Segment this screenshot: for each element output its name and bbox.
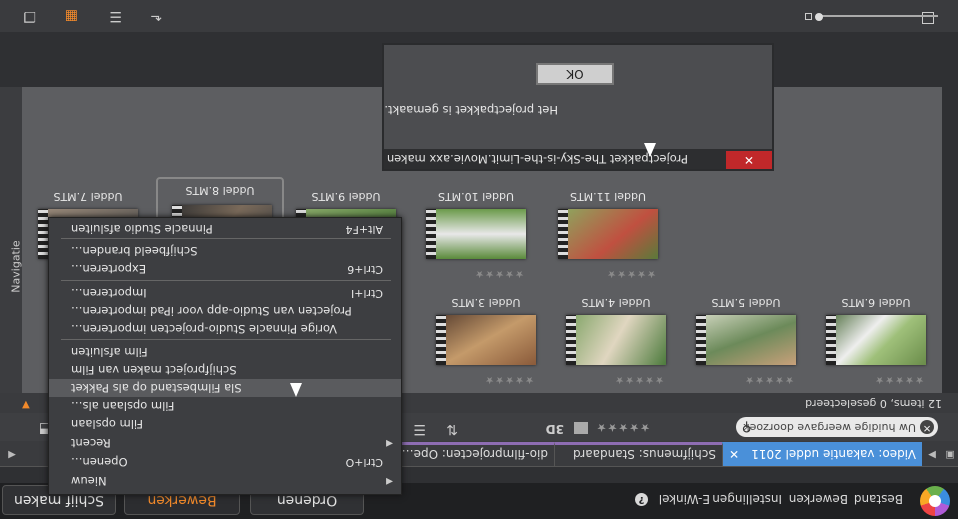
- clip-preview: [566, 315, 666, 365]
- clip-rating[interactable]: ★★★★★: [606, 268, 656, 279]
- clip-name: Uddel 9.MTS: [311, 190, 381, 203]
- tab-scroll-right-icon[interactable]: ▶: [924, 442, 940, 466]
- sort-icon[interactable]: ⇅: [446, 421, 458, 437]
- menu-item-exporteren[interactable]: Ctrl+6 Exporteren…: [49, 260, 401, 278]
- clip-preview: [696, 315, 796, 365]
- menu-separator: [61, 280, 391, 281]
- menu-item-schijfproject[interactable]: Schijfproject maken van Film: [49, 361, 401, 379]
- menu-item-afsluiten[interactable]: Alt+F4 Pinnacle Studio afsluiten: [49, 220, 401, 238]
- menu-separator: [61, 238, 391, 239]
- menu-item-ipad-import[interactable]: Projecten van Studio-app voor iPad impor…: [49, 302, 401, 320]
- clip-preview: [436, 315, 536, 365]
- help-icon[interactable]: ?: [635, 493, 648, 506]
- dialog-message: Het projectpakket is gemaakt.: [384, 103, 558, 117]
- menu-item-schijfbeeld[interactable]: Schijfbeeld branden…: [49, 242, 401, 260]
- dialog-title: Projectpakket The-Sky-is-the-Limit.Movie…: [386, 152, 688, 166]
- clip-name: Uddel 11.MTS: [569, 190, 647, 203]
- menu-item-recent[interactable]: ◀ Recent: [49, 434, 401, 452]
- zoom-slider-knob[interactable]: [815, 13, 823, 21]
- navigation-sidebar[interactable]: Navigatie: [0, 87, 22, 393]
- clip-rating[interactable]: ★★★★★: [614, 374, 664, 385]
- import-icon[interactable]: ⬑: [150, 8, 162, 24]
- clip-name: Uddel 8.MTS: [185, 184, 255, 197]
- pinnacle-studio-window: Bestand Bewerken Instellingen E-Winkel ?…: [0, 0, 958, 519]
- clip-thumb[interactable]: ★★★★★ Uddel 11.MTS: [548, 183, 668, 283]
- tab-filmprojecten[interactable]: dio-filmprojecten: Ope…: [394, 442, 554, 466]
- menu-e-winkel[interactable]: E-Winkel: [659, 492, 710, 506]
- clip-preview: [558, 209, 658, 259]
- clip-name: Uddel 3.MTS: [451, 296, 521, 309]
- search-placeholder: Uw huidige weergave doorzoek: [743, 421, 916, 434]
- large-thumbs-icon[interactable]: [922, 12, 934, 24]
- clear-search-icon[interactable]: ✕: [920, 420, 934, 434]
- clip-preview: [826, 315, 926, 365]
- file-menu: ◀ Nieuw Ctrl+O Openen… ◀ Recent Film opslaa…: [48, 217, 402, 495]
- clip-rating[interactable]: ★★★★★: [474, 268, 524, 279]
- list-layout-icon[interactable]: ☰: [109, 8, 122, 24]
- menu-item-film-afsluiten[interactable]: Film afsluiten: [49, 343, 401, 361]
- list-view-icon[interactable]: ☰: [413, 421, 426, 437]
- clip-name: Uddel 4.MTS: [581, 296, 651, 309]
- tab-schijfmenus[interactable]: Schijfmenus: Standaard: [554, 442, 722, 466]
- grid-layout-icon[interactable]: ▦: [65, 8, 78, 24]
- menu-item-vorige-projecten[interactable]: Vorige Pinnacle Studio-projecten importe…: [49, 320, 401, 338]
- library-search-input[interactable]: ✕ Uw huidige weergave doorzoek ⚲: [736, 417, 938, 437]
- menu-separator: [61, 339, 391, 340]
- menu-item-importeren[interactable]: Ctrl+I Importeren…: [49, 284, 401, 302]
- tab-video-label: Video: vakantie uddel 2011: [751, 447, 916, 461]
- menu-item-sla-als-pakket[interactable]: Sla Filmbestand op als Pakket: [49, 379, 401, 397]
- menu-instellingen[interactable]: Instellingen: [712, 492, 782, 506]
- clip-rating[interactable]: ★★★★★: [744, 374, 794, 385]
- navigation-label: Navigatie: [9, 240, 23, 293]
- submenu-arrow-icon: ◀: [386, 476, 393, 486]
- menu-item-nieuw[interactable]: ◀ Nieuw: [49, 472, 401, 490]
- collapse-arrow-icon[interactable]: ▼: [22, 399, 30, 410]
- tab-video[interactable]: Video: vakantie uddel 2011 ✕: [722, 442, 922, 466]
- item-count: 12 items, 0 geselecteerd: [805, 397, 942, 410]
- clip-rating[interactable]: ★★★★★: [484, 374, 534, 385]
- zoom-slider[interactable]: [815, 13, 938, 21]
- menu-item-film-opslaan[interactable]: Film opslaan: [49, 415, 401, 433]
- ok-button[interactable]: OK: [536, 63, 614, 85]
- clip-thumb[interactable]: ★★★★★ Uddel 3.MTS: [426, 289, 546, 389]
- tab-filmprojecten-label: dio-filmprojecten: Ope…: [401, 447, 548, 461]
- mouse-cursor-icon: [290, 383, 302, 397]
- clip-name: Uddel 7.MTS: [53, 190, 123, 203]
- rating-filter[interactable]: ★★★★★: [596, 421, 650, 434]
- small-thumbs-icon[interactable]: [805, 13, 812, 20]
- menu-bewerken[interactable]: Bewerken: [789, 492, 848, 506]
- close-tab-icon[interactable]: ✕: [729, 442, 739, 466]
- tab-add-icon[interactable]: ▣: [942, 442, 958, 466]
- clip-name: Uddel 5.MTS: [711, 296, 781, 309]
- dialog-close-button[interactable]: ✕: [726, 151, 772, 169]
- tab-schijfmenus-label: Schijfmenus: Standaard: [572, 447, 716, 461]
- clip-name: Uddel 6.MTS: [841, 296, 911, 309]
- clip-thumb[interactable]: ★★★★★ Uddel 4.MTS: [556, 289, 676, 389]
- 3d-filter-button[interactable]: 3D: [546, 422, 564, 436]
- clip-thumb[interactable]: ★★★★★ Uddel 6.MTS: [816, 289, 936, 389]
- mouse-cursor-icon: [644, 143, 656, 157]
- tag-filter-icon[interactable]: [574, 422, 588, 434]
- collections-icon[interactable]: ❐: [23, 8, 36, 24]
- project-package-dialog: ✕ Projectpakket The-Sky-is-the-Limit.Mov…: [382, 43, 774, 171]
- clip-thumb[interactable]: ★★★★★ Uddel 5.MTS: [686, 289, 806, 389]
- menu-item-film-opslaan-als[interactable]: Film opslaan als…: [49, 397, 401, 415]
- clip-rating[interactable]: ★★★★★: [874, 374, 924, 385]
- app-logo-icon: [920, 486, 950, 516]
- search-icon: ⚲: [742, 419, 752, 434]
- tab-scroll-left-icon[interactable]: ◀: [4, 442, 20, 466]
- menu-item-openen[interactable]: Ctrl+O Openen…: [49, 453, 401, 471]
- menu-bestand[interactable]: Bestand: [854, 492, 903, 506]
- clip-thumb[interactable]: ★★★★★ Uddel 10.MTS: [416, 183, 536, 283]
- clip-name: Uddel 10.MTS: [437, 190, 515, 203]
- submenu-arrow-icon: ◀: [386, 438, 393, 448]
- dialog-titlebar: ✕ Projectpakket The-Sky-is-the-Limit.Mov…: [384, 149, 772, 169]
- view-toolbar: ⬑ ☰ ▦ ❐: [0, 0, 958, 32]
- clip-preview: [426, 209, 526, 259]
